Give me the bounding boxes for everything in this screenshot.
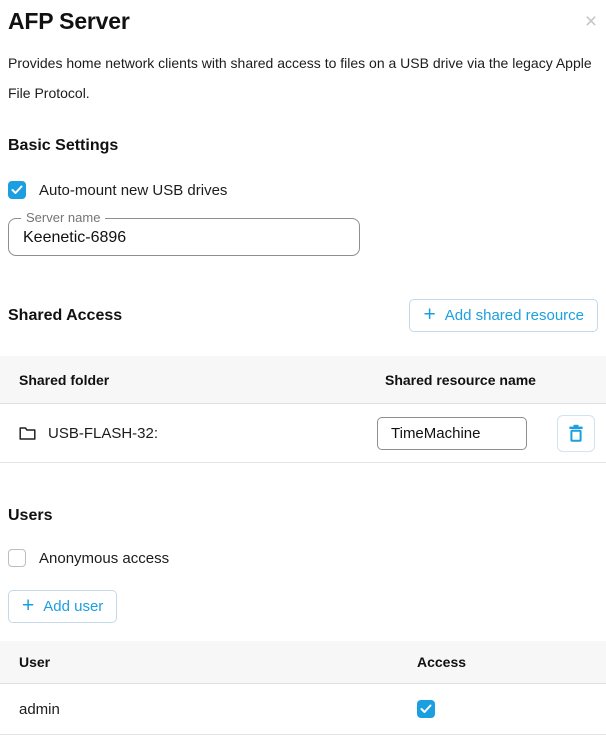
- server-name-label: Server name: [21, 210, 105, 225]
- checkmark-icon: [420, 704, 432, 714]
- resource-name-cell: [377, 415, 606, 452]
- auto-mount-label: Auto-mount new USB drives: [39, 182, 227, 199]
- page-title: AFP Server: [8, 8, 598, 35]
- user-access-cell: [417, 700, 606, 718]
- folder-icon: [19, 426, 36, 441]
- users-table: User Access admin: [0, 641, 606, 735]
- user-name-cell: admin: [0, 701, 417, 718]
- shared-folder-cell: USB-FLASH-32:: [0, 425, 377, 442]
- add-shared-resource-label: Add shared resource: [445, 307, 584, 324]
- shared-resources-table: Shared folder Shared resource name USB-F…: [0, 356, 606, 463]
- trash-icon: [566, 423, 586, 443]
- add-user-button[interactable]: + Add user: [8, 590, 117, 623]
- resource-name-input[interactable]: [377, 417, 527, 450]
- server-name-field-wrapper: Server name: [8, 218, 360, 256]
- column-header-access: Access: [417, 654, 606, 670]
- shared-access-header-row: Shared Access + Add shared resource: [8, 299, 598, 332]
- column-header-shared-folder: Shared folder: [0, 372, 385, 388]
- basic-settings-heading: Basic Settings: [8, 137, 598, 155]
- plus-icon: +: [22, 595, 34, 616]
- shared-resources-table-header: Shared folder Shared resource name: [0, 356, 606, 404]
- close-icon[interactable]: ×: [580, 10, 602, 32]
- add-user-label: Add user: [43, 598, 103, 615]
- table-row: USB-FLASH-32:: [0, 404, 606, 463]
- afp-server-dialog: AFP Server × Provides home network clien…: [0, 8, 606, 735]
- user-access-checkbox[interactable]: [417, 700, 435, 718]
- plus-icon: +: [423, 304, 435, 325]
- shared-access-heading: Shared Access: [8, 307, 122, 325]
- table-row: admin: [0, 684, 606, 735]
- delete-resource-button[interactable]: [557, 415, 595, 452]
- anonymous-access-row: Anonymous access: [8, 549, 598, 567]
- add-shared-resource-button[interactable]: + Add shared resource: [409, 299, 598, 332]
- dialog-description: Provides home network clients with share…: [8, 48, 598, 108]
- column-header-resource-name: Shared resource name: [385, 372, 606, 388]
- users-table-header: User Access: [0, 641, 606, 684]
- column-header-user: User: [0, 654, 417, 670]
- anonymous-access-label: Anonymous access: [39, 550, 169, 567]
- checkmark-icon: [11, 185, 23, 195]
- anonymous-access-checkbox[interactable]: [8, 549, 26, 567]
- auto-mount-checkbox[interactable]: [8, 181, 26, 199]
- users-heading: Users: [8, 507, 598, 525]
- shared-folder-name: USB-FLASH-32:: [48, 425, 158, 442]
- auto-mount-checkbox-row: Auto-mount new USB drives: [8, 181, 598, 199]
